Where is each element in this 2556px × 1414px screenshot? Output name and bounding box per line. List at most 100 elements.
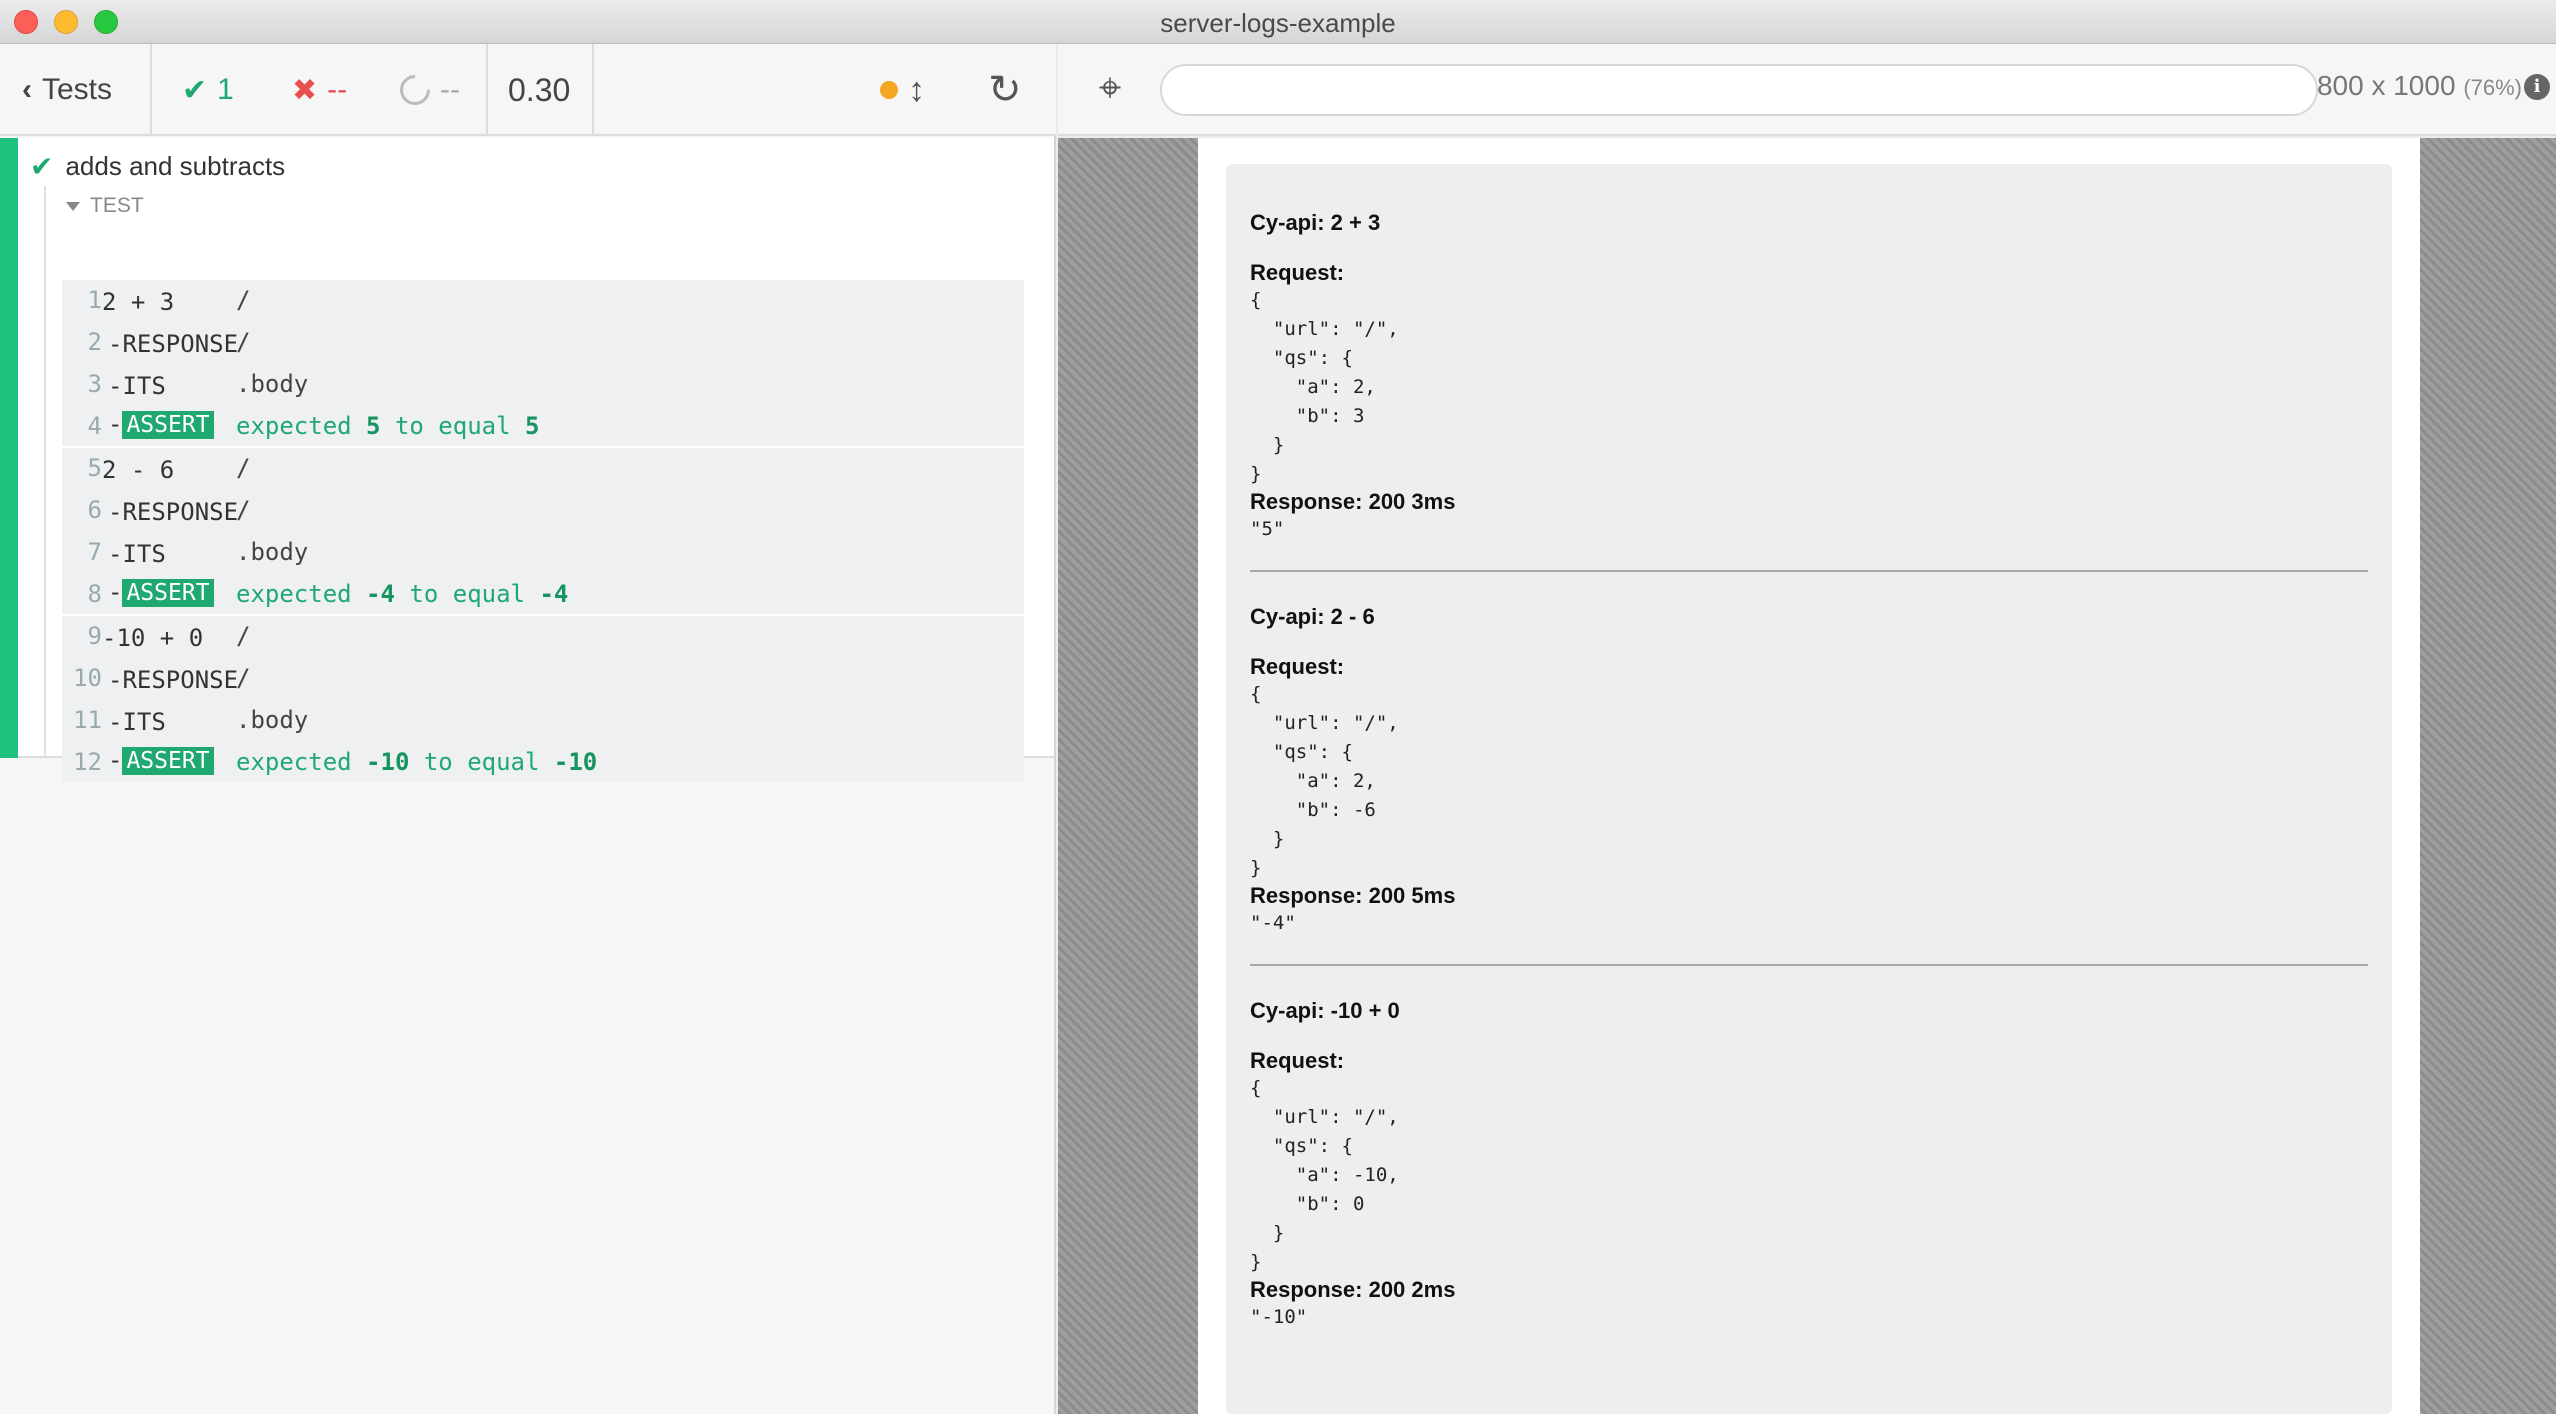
line-number: 1 xyxy=(87,286,102,314)
command-row[interactable]: 12 + 3 / xyxy=(62,280,1024,322)
response-body: "-4" xyxy=(1250,912,1296,934)
aut-iframe: Cy-api: 2 + 3 Request: { "url": "/", "qs":… xyxy=(1198,138,2420,1414)
log-entry-title: Cy-api: -10 + 0 xyxy=(1250,998,1400,1023)
line-number: 9 xyxy=(87,622,102,650)
chevron-left-icon: ‹ xyxy=(22,73,32,106)
command-group: 52 - 6/6 -RESPONSE/7 -ITS .body 8- ASSERT expe… xyxy=(62,448,1024,614)
failed-count: ✖ -- xyxy=(292,44,347,136)
command-message: / xyxy=(236,496,251,524)
command-name: -RESPONSE xyxy=(108,498,239,526)
vertical-arrows-icon: ↕ xyxy=(908,70,925,109)
viewport-info: 800 x 1000 (76%) xyxy=(2282,70,2522,102)
aut-stage: Cy-api: 2 + 3 Request: { "url": "/", "qs":… xyxy=(1058,138,2556,1414)
passed-check-icon: ✔ xyxy=(30,151,54,182)
command-row[interactable]: 12- ASSERT expected -10 to equal -10 xyxy=(62,742,1024,784)
command-name: - ASSERT xyxy=(108,746,214,775)
command-name: -ITS xyxy=(108,540,166,568)
duration: 0.30 xyxy=(508,71,571,108)
line-number: 11 xyxy=(73,706,102,734)
command-row[interactable]: 2 -RESPONSE / xyxy=(62,322,1024,364)
crosshair-icon: ⌖ xyxy=(1098,66,1122,110)
url-input[interactable] xyxy=(1160,64,2318,116)
command-group: 12 + 3/2 -RESPONSE/3 -ITS .body 4- ASSERT expe… xyxy=(62,280,1024,446)
line-number: 8 xyxy=(87,580,102,608)
command-message: / xyxy=(236,286,251,314)
command-row[interactable]: 9 -10 + 0 / xyxy=(62,616,1024,658)
command-name: -RESPONSE xyxy=(108,330,239,358)
app-under-test-panel: ⌖ 800 x 1000 (76%) i Cy-api: 2 + 3 Reques… xyxy=(1058,44,2556,1414)
line-number: 4 xyxy=(87,412,102,440)
line-number: 12 xyxy=(73,748,102,776)
caret-down-icon xyxy=(66,201,80,211)
response-label: Response: 200 3ms xyxy=(1250,489,1456,514)
toolbar-divider xyxy=(150,44,152,136)
command-name: -RESPONSE xyxy=(108,666,239,694)
command-row[interactable]: 11 -ITS .body xyxy=(62,700,1024,742)
pending-count: -- xyxy=(393,44,460,136)
auto-scroll-toggle[interactable]: ↕ xyxy=(880,44,925,136)
selector-playground-button[interactable]: ⌖ xyxy=(1088,66,1132,110)
toolbar-divider xyxy=(486,44,488,136)
command-message: .body xyxy=(236,706,309,734)
log-entry-title: Cy-api: 2 - 6 xyxy=(1250,604,1375,629)
command-name: -ITS xyxy=(108,372,166,400)
command-row[interactable]: 6 -RESPONSE / xyxy=(62,490,1024,532)
reload-icon: ↻ xyxy=(988,68,1022,112)
response-body: "-10" xyxy=(1250,1306,1308,1328)
command-row[interactable]: 10 -RESPONSE / xyxy=(62,658,1024,700)
window-title: server-logs-example xyxy=(1160,8,1396,38)
test-suite: ✔ adds and subtracts TEST 12 + 3/2 -RESPO… xyxy=(0,138,1054,782)
viewport-scale: (76%) xyxy=(2463,75,2522,100)
log-separator xyxy=(1250,964,2368,966)
test-title[interactable]: ✔ adds and subtracts xyxy=(30,150,285,183)
response-label: Response: 200 2ms xyxy=(1250,1277,1456,1302)
assert-badge: ASSERT xyxy=(122,411,214,439)
tests-back-button[interactable]: ‹ Tests xyxy=(22,44,112,136)
request-label: Request: xyxy=(1250,260,1345,285)
log-separator xyxy=(1250,570,2368,572)
request-json: { "url": "/", "qs": { "a": 2, "b": -6 } … xyxy=(1250,683,1399,879)
test-title-text: adds and subtracts xyxy=(65,151,286,181)
line-number: 2 xyxy=(87,328,102,356)
command-name: 2 + 3 xyxy=(102,288,175,316)
reload-button[interactable]: ↻ xyxy=(988,44,1022,136)
passed-count: ✔ 1 xyxy=(182,44,234,136)
assert-badge: ASSERT xyxy=(122,579,214,607)
pending-count-value: -- xyxy=(440,73,460,106)
command-message: / xyxy=(236,328,251,356)
assert-message: expected 5 to equal 5 xyxy=(236,412,540,440)
suite-status-bar xyxy=(0,138,18,758)
request-json: { "url": "/", "qs": { "a": -10, "b": 0 }… xyxy=(1250,1077,1399,1273)
info-icon[interactable]: i xyxy=(2524,74,2550,100)
passed-count-value: 1 xyxy=(217,73,234,106)
command-row[interactable]: 52 - 6 / xyxy=(62,448,1024,490)
failed-count-value: -- xyxy=(327,73,348,106)
command-row[interactable]: 3 -ITS .body xyxy=(62,364,1024,406)
command-row[interactable]: 8- ASSERT expected -4 to equal -4 xyxy=(62,574,1024,616)
response-label: Response: 200 5ms xyxy=(1250,883,1456,908)
cross-icon: ✖ xyxy=(292,73,318,107)
spinner-icon xyxy=(393,68,437,112)
assert-message: expected -10 to equal -10 xyxy=(236,748,598,776)
command-name: - ASSERT xyxy=(108,578,214,607)
request-label: Request: xyxy=(1250,1048,1345,1073)
line-number: 5 xyxy=(87,454,102,482)
command-message: / xyxy=(236,454,251,482)
command-row[interactable]: 4- ASSERT expected 5 to equal 5 xyxy=(62,406,1024,448)
reporter-toolbar: ‹ Tests ✔ 1 ✖ -- -- 0.30 ↕ ↻ xyxy=(0,44,1056,136)
command-message: / xyxy=(236,622,251,650)
command-name: 2 - 6 xyxy=(102,456,175,484)
response-body: "5" xyxy=(1250,518,1285,540)
test-section-toggle[interactable]: TEST xyxy=(66,194,144,218)
line-number: 7 xyxy=(87,538,102,566)
command-group: 9 -10 + 0/10 -RESPONSE/11 -ITS .body 12- ASSER… xyxy=(62,616,1024,782)
line-number: 3 xyxy=(87,370,102,398)
line-number: 6 xyxy=(87,496,102,524)
viewport-dimensions: 800 x 1000 xyxy=(2316,70,2456,101)
assert-badge: ASSERT xyxy=(122,747,214,775)
assert-message: expected -4 to equal -4 xyxy=(236,580,569,608)
test-section-label: TEST xyxy=(90,194,144,217)
aut-header: ⌖ 800 x 1000 (76%) i xyxy=(1058,44,2556,136)
command-row[interactable]: 7 -ITS .body xyxy=(62,532,1024,574)
running-dot-icon xyxy=(880,81,898,99)
